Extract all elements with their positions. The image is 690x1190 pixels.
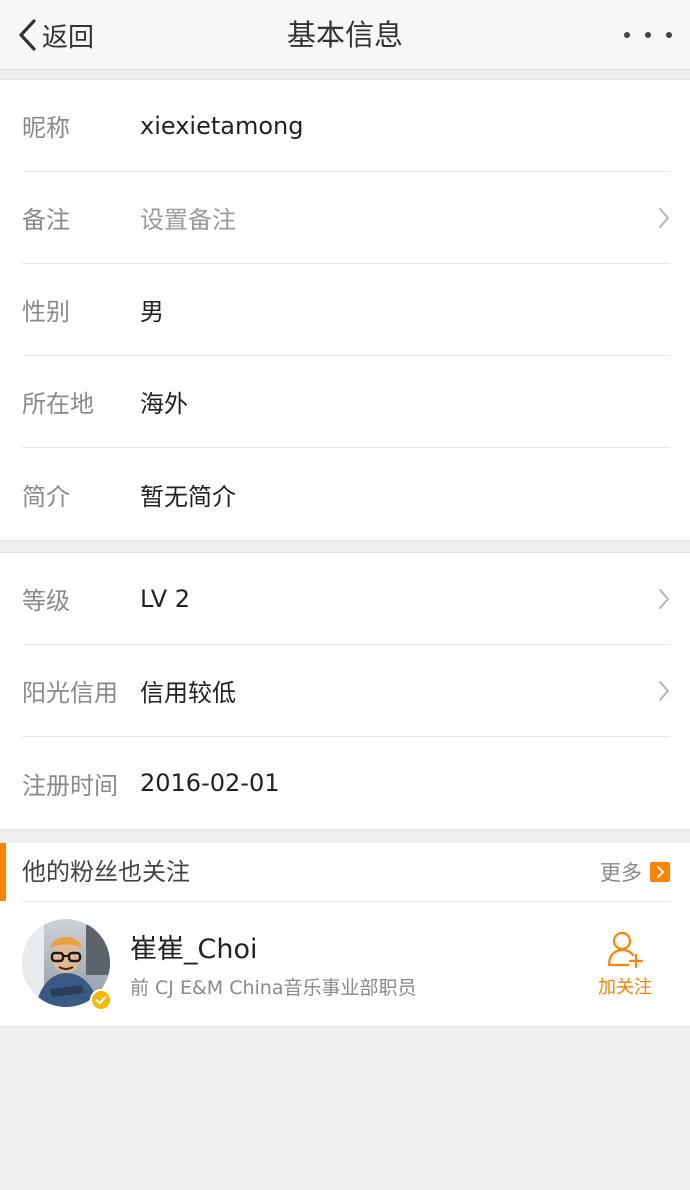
row-label: 性别: [22, 298, 70, 326]
row-value: 2016-02-01: [140, 769, 280, 797]
add-user-icon: [607, 931, 644, 969]
fans-section-title: 他的粉丝也关注: [22, 858, 190, 886]
basic-info-list: 昵称 xiexietamong 备注 设置备注性别 男所在地 海外简介 暂无简介: [0, 79, 690, 541]
row-label: 阳光信用: [22, 679, 118, 707]
info-row: 昵称 xiexietamong: [22, 80, 670, 172]
info-row[interactable]: 备注 设置备注: [22, 172, 670, 264]
recommended-user[interactable]: 崔崔_Choi 前 CJ E&M China音乐事业部职员 加关注: [22, 919, 670, 1011]
fans-section-header: 他的粉丝也关注 更多: [22, 843, 670, 902]
info-row[interactable]: 阳光信用 信用较低: [22, 645, 670, 737]
row-value: 暂无简介: [140, 482, 236, 511]
info-row: 所在地 海外: [22, 356, 670, 448]
navigation-bar: 返回 基本信息: [0, 0, 690, 70]
info-row: 注册时间 2016-02-01: [22, 737, 670, 829]
row-value: 男: [140, 298, 164, 326]
info-row[interactable]: 等级 LV 2: [22, 553, 670, 645]
back-label: 返回: [42, 22, 95, 53]
row-label: 昵称: [22, 114, 70, 142]
section-accent-bar: [0, 843, 6, 901]
row-label: 注册时间: [22, 771, 118, 800]
chevron-right-icon: [659, 680, 669, 701]
user-name[interactable]: 崔崔_Choi: [130, 927, 258, 966]
row-label: 备注: [22, 206, 70, 234]
page-title: 基本信息: [286, 18, 403, 52]
verified-badge-icon: [90, 989, 112, 1011]
chevron-right-icon: [659, 588, 669, 609]
chevron-right-icon: [650, 862, 670, 882]
row-label: 所在地: [22, 390, 94, 418]
row-value: 设置备注: [140, 206, 236, 234]
row-value: 信用较低: [140, 679, 236, 707]
row-label: 等级: [22, 587, 70, 615]
chevron-right-icon: [659, 207, 669, 228]
chevron-left-icon: [19, 19, 36, 51]
fans-also-follow-section: 他的粉丝也关注 更多 崔崔_Choi 前 CJ E&M China音乐事业部职员…: [0, 843, 690, 1027]
follow-button[interactable]: 加关注: [592, 929, 658, 1001]
info-row: 性别 男: [22, 264, 670, 356]
account-info-list: 等级 LV 2 阳光信用 信用较低注册时间 2016-02-01: [0, 552, 690, 830]
more-dots-icon[interactable]: [624, 20, 672, 50]
row-value: xiexietamong: [140, 111, 304, 140]
row-value: LV 2: [140, 584, 191, 613]
more-link[interactable]: 更多: [600, 859, 670, 885]
row-label: 简介: [22, 482, 70, 511]
info-row: 简介 暂无简介: [22, 448, 670, 540]
row-value: 海外: [140, 390, 188, 418]
more-label: 更多: [600, 861, 642, 885]
follow-label: 加关注: [598, 977, 652, 998]
user-description: 前 CJ E&M China音乐事业部职员: [130, 977, 417, 999]
back-button[interactable]: 返回: [16, 14, 94, 56]
